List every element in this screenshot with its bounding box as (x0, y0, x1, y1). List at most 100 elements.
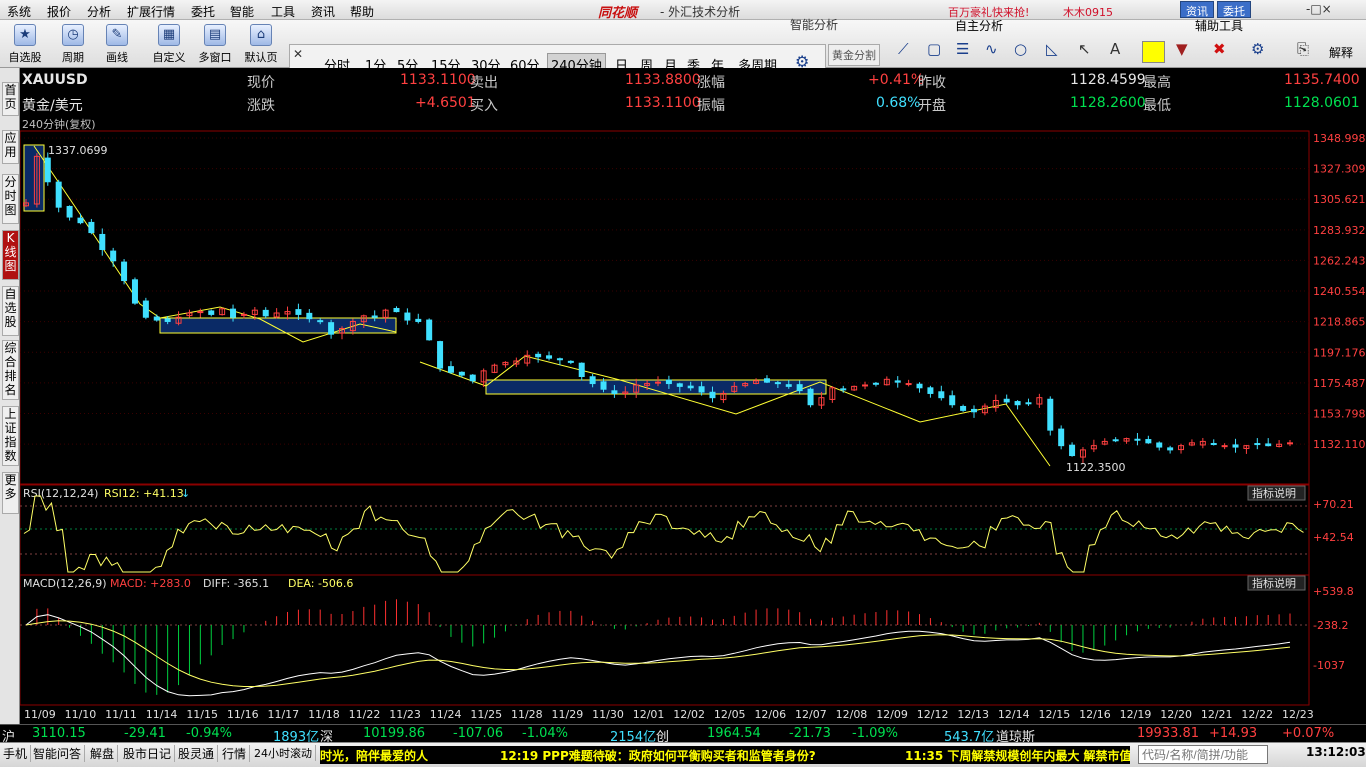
candle-body (578, 362, 585, 378)
settings-icon[interactable]: ⚙ (1251, 40, 1264, 58)
candle-body (556, 358, 563, 361)
rsi-explain-label: 指标说明 (1252, 486, 1296, 500)
side-tab-apps[interactable]: 应用 (2, 130, 19, 164)
menu-smart[interactable]: 智能 (230, 3, 254, 20)
bottom-tab-quotes[interactable]: 行情 (219, 745, 251, 762)
candle-body (404, 312, 411, 321)
rect-tool-icon[interactable]: ▢ (927, 40, 941, 58)
candle-body (295, 309, 302, 315)
candle-body (916, 383, 923, 389)
smart-analysis-header[interactable]: 智能分析 (790, 16, 838, 33)
side-tab-more[interactable]: 更多 (2, 472, 19, 514)
export-icon[interactable]: ⎘ (1297, 40, 1309, 58)
candle-body (447, 366, 454, 373)
index-chg-cy: -21.73 (789, 726, 831, 741)
news-item[interactable]: 11:35 下周解禁规模创年内最大 解禁市值 (905, 747, 1130, 764)
chart-area: XAUUSD 黄金/美元 240分钟(复权) 现价 1133.1100 卖出 1… (20, 68, 1366, 721)
dea-line (25, 620, 1291, 687)
bottom-tab-stockpass[interactable]: 股灵通 (175, 745, 219, 762)
period-tool[interactable]: ◷ 周期 (54, 24, 92, 64)
menu-analysis[interactable]: 分析 (87, 3, 111, 20)
default-page-tool[interactable]: ⌂ 默认页 (242, 24, 280, 64)
macd-value: MACD: +283.0 (110, 577, 191, 590)
news-item[interactable]: 时光，陪伴最爱的人 (320, 747, 428, 764)
bottom-tab-analysis[interactable]: 解盘 (87, 745, 119, 762)
menu-help[interactable]: 帮助 (350, 3, 374, 20)
index-pct-sz: -1.04% (522, 726, 568, 741)
color-picker[interactable] (1142, 41, 1165, 63)
self-select-tool[interactable]: ★ 自选股 (6, 24, 44, 64)
label-high: 最高 (1143, 75, 1171, 91)
delete-icon[interactable]: ✖ (1213, 40, 1226, 58)
circle-tool-icon[interactable]: ○ (1014, 40, 1027, 58)
text-tool-icon[interactable]: A (1110, 40, 1120, 58)
layout-icon: ▦ (158, 24, 180, 46)
side-tab-favorites[interactable]: 自选股 (2, 286, 19, 336)
price-change: +4.6501 (415, 95, 476, 111)
explain-button[interactable]: 解释 (1329, 44, 1353, 61)
bottom-tab-qa[interactable]: 智能问答 (30, 745, 86, 762)
side-tab-ranking[interactable]: 综合排名 (2, 340, 19, 400)
trade-button[interactable]: 委托 (1217, 1, 1251, 18)
candle-body (426, 319, 433, 341)
rsi-axis-mid: +42.54 (1313, 531, 1354, 544)
side-tab-shindex[interactable]: 上证指数 (2, 406, 19, 466)
menu-quote[interactable]: 报价 (47, 3, 71, 20)
date-label: 11/16 (227, 708, 259, 721)
side-tab-kline[interactable]: K线图 (2, 230, 19, 280)
candle-body (611, 390, 618, 394)
multi-window-tool[interactable]: ▤ 多窗口 (196, 24, 234, 64)
menu-news[interactable]: 资讯 (311, 3, 335, 20)
custom-tool[interactable]: ▦ 自定义 (150, 24, 188, 64)
date-label: 11/10 (65, 708, 97, 721)
candle-body (905, 383, 912, 386)
news-item[interactable]: 12:19 PPP难题待破：政府如何平衡购买者和监管者身份? (500, 747, 816, 764)
gold-split-button[interactable]: 黄金分割 (828, 44, 880, 66)
kline-chart[interactable]: 1348.9985 1327.3095 1305.6210 1283.9325 1262… (20, 124, 1366, 724)
menu-extended[interactable]: 扩展行情 (127, 3, 175, 20)
menu-trade[interactable]: 委托 (191, 3, 215, 20)
candle-body (1265, 443, 1272, 447)
menu-system[interactable]: 系统 (7, 3, 31, 20)
candle-body (262, 309, 269, 317)
close-icon[interactable]: ✕ (293, 47, 303, 61)
side-tab-home[interactable]: 首页 (2, 82, 19, 116)
macd-explain-label: 指标说明 (1252, 576, 1296, 590)
bottom-tab-diary[interactable]: 股市日记 (120, 745, 176, 762)
dea-value: DEA: -506.6 (288, 577, 353, 590)
wave-tool-icon[interactable]: ∿ (985, 40, 998, 58)
menu-tools[interactable]: 工具 (271, 3, 295, 20)
candle-body (371, 315, 378, 318)
search-input[interactable] (1138, 745, 1268, 764)
side-tab-timeshare[interactable]: 分时图 (2, 174, 19, 224)
clock: 13:12:03 (1306, 745, 1366, 759)
diff-value: DIFF: -365.1 (203, 577, 269, 590)
bookmark-icon[interactable]: ▼ (1176, 40, 1188, 58)
news-button[interactable]: 资讯 (1180, 1, 1214, 18)
candle-body (208, 310, 215, 315)
self-analysis-header[interactable]: 自主分析 (955, 17, 1003, 34)
change-pct: +0.41% (868, 72, 925, 88)
news-ticker[interactable]: 时光，陪伴最爱的人 12:19 PPP难题待破：政府如何平衡购买者和监管者身份?… (320, 746, 1130, 764)
fib-tool-icon[interactable]: ☰ (956, 40, 969, 58)
line-tool-icon[interactable]: ⟋ (898, 40, 909, 58)
aux-tools-header[interactable]: 辅助工具 (1195, 17, 1243, 34)
candle-body (535, 353, 542, 358)
candle-body (894, 380, 901, 383)
window-title: - 外汇技术分析 (660, 5, 741, 19)
window-controls[interactable]: -□× (1306, 2, 1364, 18)
bottom-tab-mobile[interactable]: 手机 (0, 745, 32, 762)
candle-body (230, 308, 237, 318)
label-pct: 涨幅 (697, 75, 725, 91)
candle-body (66, 205, 73, 218)
draw-tool[interactable]: ✎ 画线 (98, 24, 136, 64)
username[interactable]: 木木0915 (1063, 4, 1113, 20)
rsi-line (23, 495, 1304, 573)
cursor-tool-icon[interactable]: ↖ (1078, 40, 1091, 58)
candle-body (774, 382, 781, 385)
candle-body (589, 376, 596, 385)
candle-body (1047, 398, 1054, 431)
bottom-tab-24h[interactable]: 24小时滚动 (251, 745, 316, 761)
triangle-tool-icon[interactable]: ◺ (1046, 40, 1058, 58)
date-label: 12/23 (1282, 708, 1314, 721)
